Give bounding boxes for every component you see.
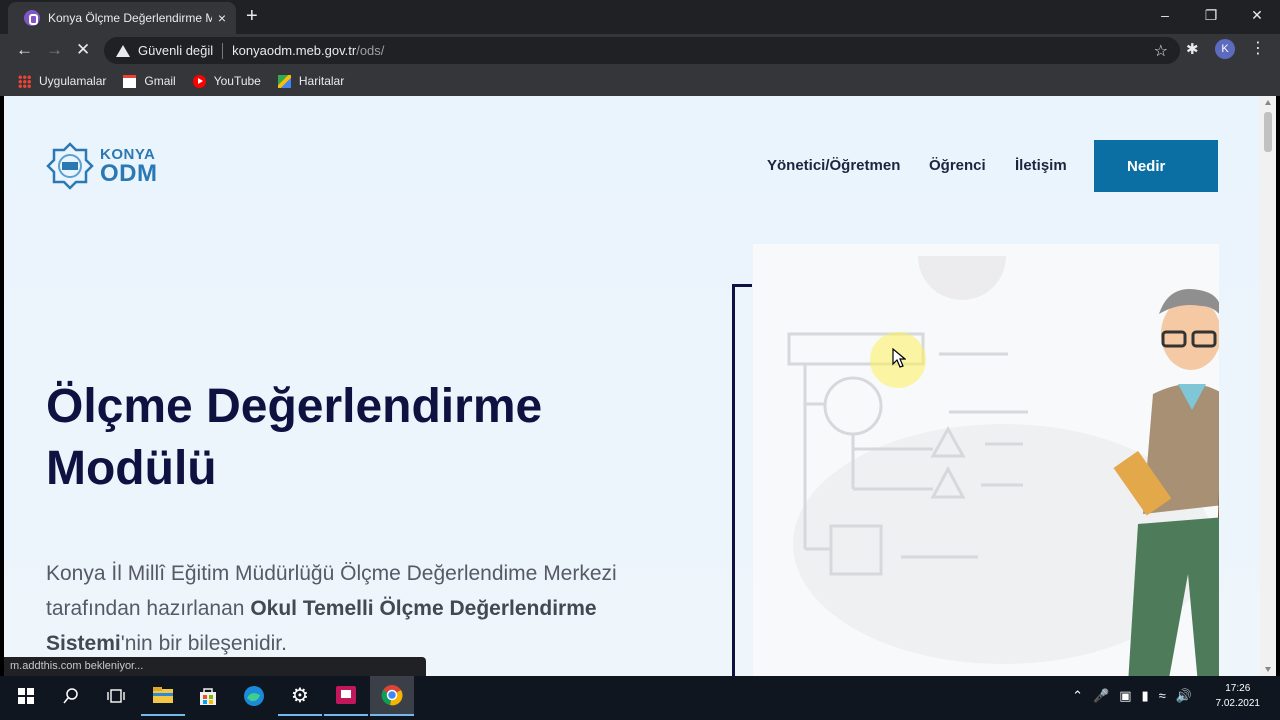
start-button[interactable]: [4, 676, 48, 716]
wifi-icon[interactable]: ≈: [1159, 688, 1166, 704]
clock-date: 7.02.2021: [1215, 698, 1261, 709]
site-logo[interactable]: KONYA ODM: [46, 142, 158, 190]
bookmark-label: Uygulamalar: [39, 74, 107, 88]
taskbar-clock[interactable]: 17:26 7.02.2021: [1216, 681, 1261, 711]
minimize-button[interactable]: –: [1142, 0, 1188, 30]
windows-taskbar: ⚙ ⌃ 🎤 ▣ ▮ ≈ 🔊 17:26 7.02.2021: [0, 676, 1280, 720]
site-favicon-icon: [24, 10, 40, 26]
bookmark-youtube[interactable]: YouTube: [192, 74, 261, 88]
url-host[interactable]: konyaodm.meb.gov.tr: [232, 43, 356, 58]
bookmark-label: Haritalar: [298, 74, 345, 88]
nav-student-link[interactable]: Öğrenci: [929, 157, 986, 174]
hero-text-part: 'nin bir bileşenidir.: [120, 632, 287, 655]
battery-icon[interactable]: ▮: [1142, 688, 1149, 704]
address-bar[interactable]: Güvenli değil konyaodm.meb.gov.tr/ods/ ☆: [104, 37, 1180, 64]
teacher-flowchart-illustration: [787, 256, 1219, 676]
hero-title: Ölçme Değerlendirme Modülü: [46, 380, 543, 495]
bookmark-apps[interactable]: Uygulamalar: [18, 74, 106, 88]
not-secure-warning-icon[interactable]: [116, 44, 130, 57]
taskbar-search-icon[interactable]: [49, 676, 93, 716]
konya-odm-logo-icon: [46, 142, 94, 190]
browser-menu-icon[interactable]: ⋮: [1250, 38, 1266, 58]
tray-chevron-up-icon[interactable]: ⌃: [1072, 688, 1083, 704]
nav-what-is-button[interactable]: Nedir: [1094, 140, 1218, 192]
system-tray: ⌃ 🎤 ▣ ▮ ≈ 🔊: [1072, 688, 1192, 704]
close-window-button[interactable]: ✕: [1234, 0, 1280, 30]
browser-toolbar: ← → ✕ Güvenli değil konyaodm.meb.gov.tr /…: [0, 34, 1280, 66]
profile-avatar[interactable]: K: [1215, 39, 1235, 59]
clock-time: 17:26: [1225, 683, 1251, 694]
url-path[interactable]: /ods/: [356, 43, 384, 58]
forward-arrow-icon[interactable]: →: [46, 40, 63, 60]
logo-line-2: ODM: [100, 159, 158, 187]
microphone-icon[interactable]: 🎤: [1093, 688, 1109, 704]
teams-meeting-icon[interactable]: [324, 676, 368, 716]
security-label[interactable]: Güvenli değil: [138, 43, 213, 58]
scroll-down-icon[interactable]: [1265, 667, 1271, 672]
web-page: KONYA ODM Yönetici/Öğretmen Öğrenci İlet…: [4, 96, 1260, 676]
edge-browser-icon[interactable]: [232, 676, 276, 716]
task-view-icon[interactable]: [94, 676, 138, 716]
settings-gear-icon[interactable]: ⚙: [278, 676, 322, 716]
browser-titlebar: Konya Ölçme Değerlendirme Mo × + – ❐ ✕: [0, 0, 1280, 34]
file-explorer-icon[interactable]: [141, 676, 185, 716]
bookmark-star-icon[interactable]: ☆: [1154, 41, 1168, 61]
back-arrow-icon[interactable]: ←: [16, 40, 33, 60]
scrollbar-thumb[interactable]: [1264, 112, 1272, 152]
gmail-icon: [123, 74, 137, 88]
bookmark-label: Gmail: [144, 74, 176, 88]
extensions-puzzle-icon[interactable]: ✱: [1186, 40, 1199, 58]
maps-icon: [277, 74, 291, 88]
new-tab-button[interactable]: +: [246, 6, 258, 26]
bookmark-label: YouTube: [213, 74, 261, 88]
apps-grid-icon: [18, 74, 31, 88]
youtube-icon: [192, 74, 206, 88]
page-scrollbar[interactable]: [1260, 96, 1276, 676]
restore-button[interactable]: ❐: [1188, 0, 1234, 30]
browser-tab-active[interactable]: Konya Ölçme Değerlendirme Mo ×: [8, 2, 236, 34]
hero-description: Konya İl Millî Eğitim Müdürlüğü Ölçme De…: [46, 556, 686, 661]
tab-title: Konya Ölçme Değerlendirme Mo: [48, 11, 212, 25]
tab-close-icon[interactable]: ×: [218, 10, 226, 26]
window-controls: – ❐ ✕: [1142, 0, 1280, 30]
nav-teacher-link[interactable]: Yönetici/Öğretmen: [767, 157, 900, 174]
browser-status-bar: m.addthis.com bekleniyor...: [4, 657, 426, 677]
bookmark-gmail[interactable]: Gmail: [123, 74, 176, 88]
bookmark-maps[interactable]: Haritalar: [277, 74, 345, 88]
bookmarks-bar: Uygulamalar Gmail YouTube Haritalar: [0, 66, 1280, 96]
stop-loading-icon[interactable]: ✕: [76, 40, 90, 60]
nav-contact-link[interactable]: İletişim: [1015, 157, 1067, 174]
omnibox-divider: [222, 42, 224, 59]
illustration-frame-line: [732, 284, 752, 676]
mouse-pointer-icon: [892, 348, 906, 368]
volume-icon[interactable]: 🔊: [1176, 688, 1192, 704]
store-icon[interactable]: [186, 676, 230, 716]
windows-logo-icon: [18, 688, 34, 704]
scroll-up-icon[interactable]: [1265, 100, 1271, 105]
capture-icon[interactable]: ▣: [1119, 688, 1131, 704]
chrome-browser-icon[interactable]: [370, 676, 414, 716]
